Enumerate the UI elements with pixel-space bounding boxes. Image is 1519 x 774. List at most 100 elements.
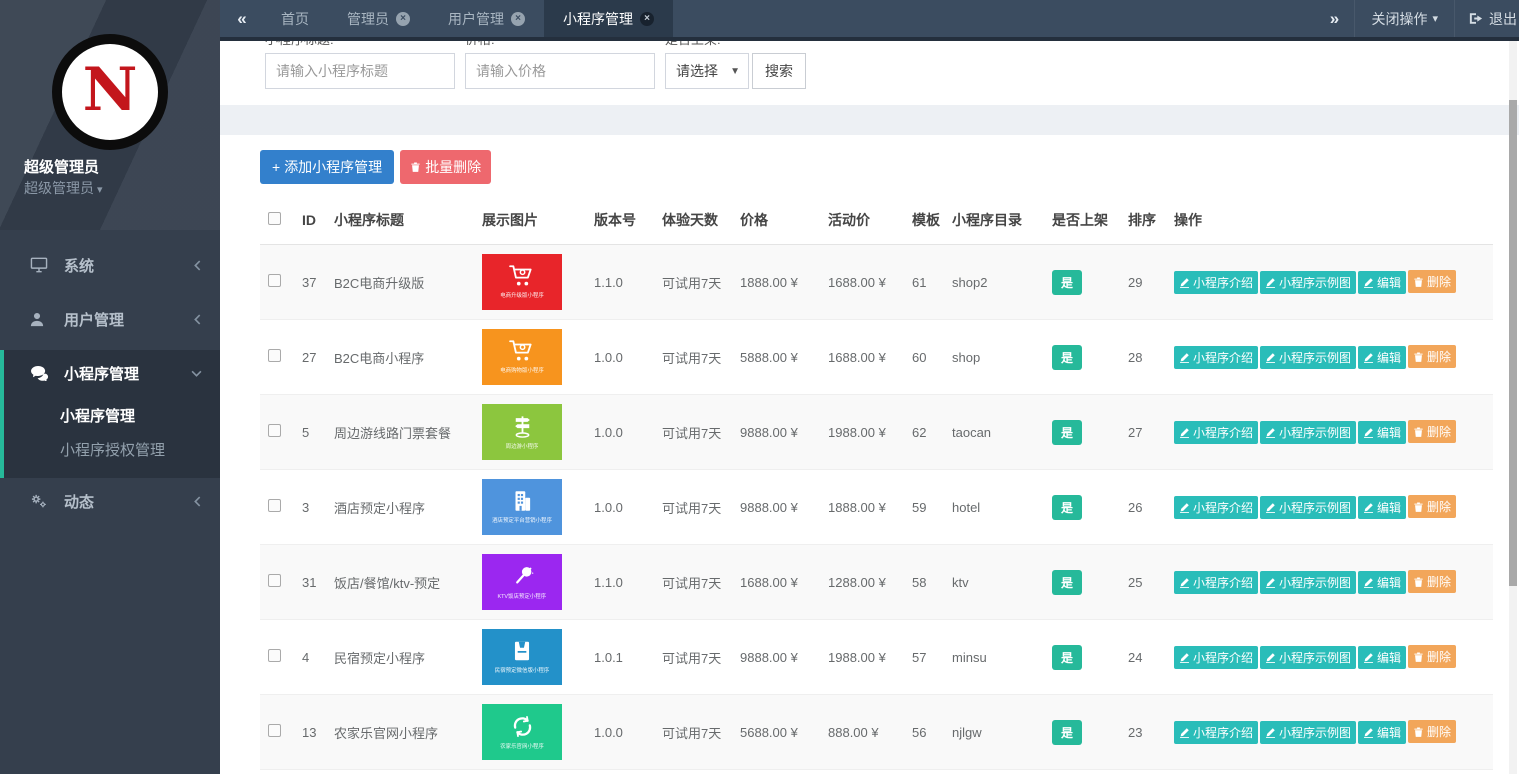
cell-directory: minsu xyxy=(944,620,1044,695)
mic-icon xyxy=(509,563,536,590)
cell-activity-price: 1288.00 ¥ xyxy=(820,545,904,620)
intro-button[interactable]: 小程序介绍 xyxy=(1174,571,1258,594)
app-image-caption: 酒店预定平台营销小程序 xyxy=(492,517,552,524)
sidebar-item-system[interactable]: 系统 xyxy=(0,242,220,288)
row-checkbox[interactable] xyxy=(268,274,281,287)
title-filter-input[interactable] xyxy=(265,53,455,89)
cell-actions: 小程序介绍小程序示例图编辑删除 xyxy=(1166,470,1493,545)
submenu-item-miniprogram-management[interactable]: 小程序管理 xyxy=(4,398,220,432)
vertical-scrollbar-thumb[interactable] xyxy=(1509,100,1517,586)
caret-down-icon: ▾ xyxy=(1432,12,1438,25)
close-operations-dropdown[interactable]: 关闭操作▾ xyxy=(1354,0,1455,37)
col-header-actions: 操作 xyxy=(1166,198,1493,245)
pencil-icon xyxy=(1179,652,1190,663)
cell-activity-price: 1688.00 ¥ xyxy=(820,320,904,395)
intro-button[interactable]: 小程序介绍 xyxy=(1174,496,1258,519)
delete-button[interactable]: 删除 xyxy=(1408,345,1456,368)
trash-icon xyxy=(1413,426,1424,438)
tab-miniprogram-management[interactable]: 小程序管理× xyxy=(544,0,673,37)
intro-button[interactable]: 小程序介绍 xyxy=(1174,271,1258,294)
sidebar-item-dynamic[interactable]: 动态 xyxy=(0,478,220,524)
cell-price: 1688.00 ¥ xyxy=(732,545,820,620)
row-checkbox[interactable] xyxy=(268,499,281,512)
sidebar-item-user-management[interactable]: 用户管理 xyxy=(0,296,220,342)
tab-admin[interactable]: 管理员× xyxy=(328,0,429,37)
row-checkbox[interactable] xyxy=(268,574,281,587)
cell-actions: 小程序介绍小程序示例图编辑删除 xyxy=(1166,545,1493,620)
cell-trial-days: 可试用7天 xyxy=(654,545,732,620)
col-header-template: 模板 xyxy=(904,198,944,245)
edit-button[interactable]: 编辑 xyxy=(1358,496,1406,519)
example-image-button[interactable]: 小程序示例图 xyxy=(1260,721,1356,744)
tab-close-icon[interactable]: × xyxy=(511,12,525,26)
table-panel: +添加小程序管理 批量删除 ID 小程序标题 展示图片 版本号 体验天数 价格 … xyxy=(220,135,1519,774)
row-checkbox[interactable] xyxy=(268,724,281,737)
example-image-button[interactable]: 小程序示例图 xyxy=(1260,271,1356,294)
pencil-icon xyxy=(1265,352,1276,363)
example-image-button[interactable]: 小程序示例图 xyxy=(1260,421,1356,444)
shelf-filter-select[interactable]: 请选择▼ xyxy=(665,53,749,89)
table-header-row: ID 小程序标题 展示图片 版本号 体验天数 价格 活动价 模板 小程序目录 是… xyxy=(260,198,1493,245)
cell-sort: 26 xyxy=(1120,470,1166,545)
logout-button[interactable]: 退出 xyxy=(1455,0,1519,37)
cell-price xyxy=(732,770,820,774)
cell-trial-days: 可试用7天 xyxy=(654,470,732,545)
edit-button[interactable]: 编辑 xyxy=(1358,646,1406,669)
tabs-scroll-right-button[interactable]: » xyxy=(1312,0,1354,37)
cell-price: 5888.00 ¥ xyxy=(732,320,820,395)
on-shelf-badge: 是 xyxy=(1052,645,1082,670)
row-checkbox[interactable] xyxy=(268,349,281,362)
search-button[interactable]: 搜索 xyxy=(752,53,806,89)
cell-directory: ktv xyxy=(944,545,1044,620)
app-image: 周边游小程序 xyxy=(482,404,562,460)
example-image-button[interactable]: 小程序示例图 xyxy=(1260,496,1356,519)
user-role-dropdown[interactable]: 超级管理员▾ xyxy=(24,178,220,200)
batch-delete-button[interactable]: 批量删除 xyxy=(400,150,491,184)
edit-button[interactable]: 编辑 xyxy=(1358,721,1406,744)
row-checkbox[interactable] xyxy=(268,424,281,437)
select-all-checkbox[interactable] xyxy=(268,212,281,225)
edit-button[interactable]: 编辑 xyxy=(1358,421,1406,444)
example-image-button[interactable]: 小程序示例图 xyxy=(1260,346,1356,369)
tab-close-icon[interactable]: × xyxy=(640,12,654,26)
on-shelf-badge: 是 xyxy=(1052,345,1082,370)
edit-button[interactable]: 编辑 xyxy=(1358,571,1406,594)
cell-id: 13 xyxy=(294,695,326,770)
example-image-button[interactable]: 小程序示例图 xyxy=(1260,571,1356,594)
cart-icon xyxy=(507,263,537,289)
vertical-scrollbar-track[interactable] xyxy=(1509,41,1517,774)
intro-button[interactable]: 小程序介绍 xyxy=(1174,646,1258,669)
delete-button[interactable]: 删除 xyxy=(1408,720,1456,743)
cell-actions: 小程序介绍小程序示例图编辑删除 xyxy=(1166,620,1493,695)
submenu-item-miniprogram-auth[interactable]: 小程序授权管理 xyxy=(4,432,220,466)
edit-button[interactable]: 编辑 xyxy=(1358,346,1406,369)
sidebar-item-miniprogram-management[interactable]: 小程序管理 xyxy=(4,350,220,396)
delete-button[interactable]: 删除 xyxy=(1408,495,1456,518)
plus-icon: + xyxy=(272,159,280,175)
delete-button[interactable]: 删除 xyxy=(1408,270,1456,293)
cell-title: 周边游线路门票套餐 xyxy=(326,395,474,470)
price-filter-input[interactable] xyxy=(465,53,655,89)
intro-button[interactable]: 小程序介绍 xyxy=(1174,421,1258,444)
intro-button[interactable]: 小程序介绍 xyxy=(1174,721,1258,744)
tab-user-management[interactable]: 用户管理× xyxy=(429,0,544,37)
delete-button[interactable]: 删除 xyxy=(1408,420,1456,443)
edit-button[interactable]: 编辑 xyxy=(1358,271,1406,294)
cell-template: 56 xyxy=(904,695,944,770)
tabs-scroll-left-button[interactable]: « xyxy=(220,0,262,37)
delete-button[interactable]: 删除 xyxy=(1408,570,1456,593)
cell-id: 27 xyxy=(294,320,326,395)
intro-button[interactable]: 小程序介绍 xyxy=(1174,346,1258,369)
tab-close-icon[interactable]: × xyxy=(396,12,410,26)
table-row: 是 小程序介绍小程序示例图编辑删除 xyxy=(260,770,1493,774)
tab-home[interactable]: 首页 xyxy=(262,0,328,37)
delete-button[interactable]: 删除 xyxy=(1408,645,1456,668)
add-miniprogram-button[interactable]: +添加小程序管理 xyxy=(260,150,394,184)
user-block: 超级管理员 超级管理员▾ xyxy=(0,150,220,200)
monitor-icon xyxy=(30,257,52,273)
hotel-icon xyxy=(509,488,535,514)
row-checkbox[interactable] xyxy=(268,649,281,662)
example-image-button[interactable]: 小程序示例图 xyxy=(1260,646,1356,669)
pencil-icon xyxy=(1265,652,1276,663)
gears-icon xyxy=(30,493,52,509)
